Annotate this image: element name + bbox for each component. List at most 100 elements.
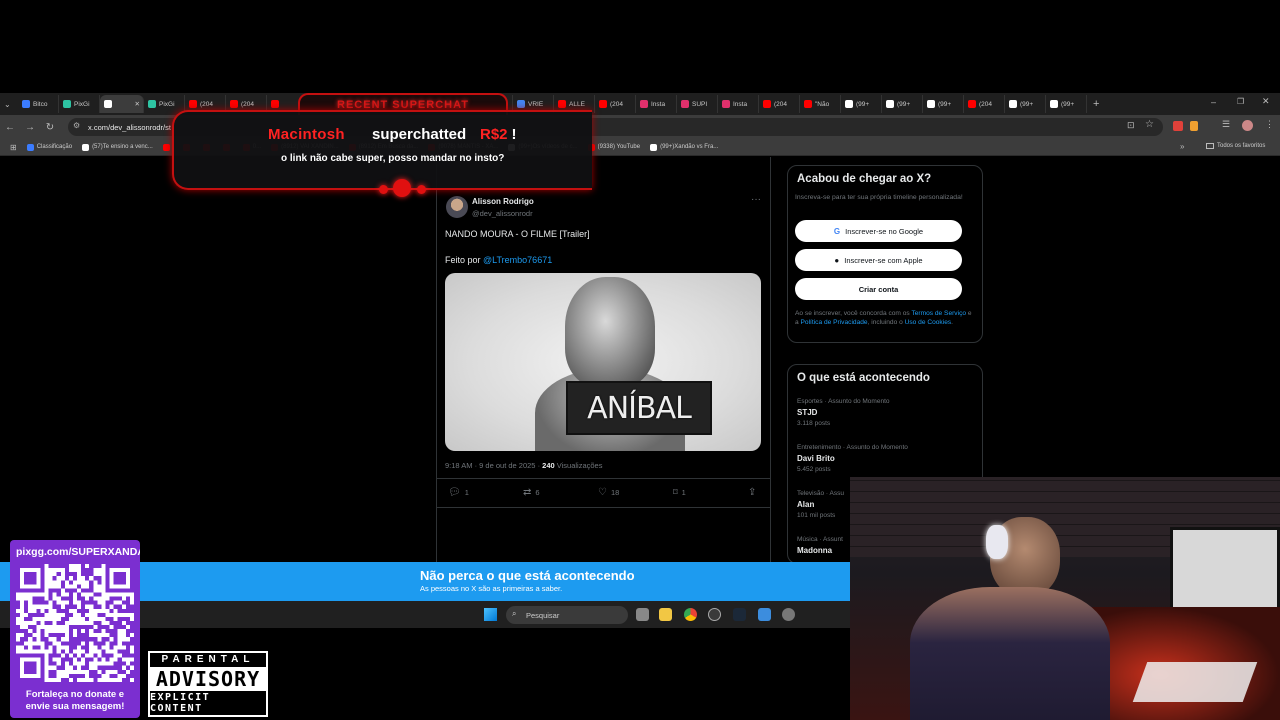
task-view-icon[interactable] [636,608,649,621]
browser-tab[interactable]: Bitco [18,95,59,113]
bookmark-favicon-icon [26,143,34,151]
bookmarks-overflow-icon[interactable]: » [1180,142,1184,151]
browser-tab[interactable]: Insta [718,95,759,113]
trend-item[interactable]: Música · Assunt Madonna [797,536,843,558]
bookmark-item[interactable]: (57)Te ensino a venc... [82,143,153,151]
bookmark-star-icon[interactable]: ☆ [1145,119,1154,130]
install-app-icon[interactable]: ⊡ [1127,120,1135,131]
create-account-button[interactable]: Criar conta [795,278,962,300]
bookmark-favicon-icon [650,143,658,151]
avatar[interactable] [446,196,468,218]
settings-gear-icon[interactable] [782,608,795,621]
indicator-dot [417,185,426,194]
browser-tab[interactable]: (204 [964,95,1005,113]
google-signup-button[interactable]: G Inscrever-se no Google [795,220,962,242]
forward-icon[interactable]: → [20,122,40,133]
indicator-dot [379,185,388,194]
terms-link[interactable]: Termos de Serviço [911,310,966,317]
app-icon[interactable] [758,608,771,621]
apple-signup-button[interactable]: ● Inscrever-se com Apple [795,249,962,271]
obs-icon[interactable] [708,608,721,621]
tweet-credit: Feito por @LTrembo76671 [445,255,552,265]
all-favorites-label: Todos os favoritos [1217,143,1266,149]
window-close-icon[interactable]: ✕ [1262,96,1270,107]
create-account-label: Criar conta [858,284,899,294]
window-restore-icon[interactable]: ❐ [1237,97,1244,106]
kebab-menu-icon[interactable]: ⋮ [1265,119,1274,130]
browser-tab[interactable]: (99+ [1005,95,1046,113]
like-button[interactable]: ♡ 18 [598,487,619,498]
trend-item[interactable]: Televisão · Assu Alan 101 mil posts [797,490,844,522]
tab-favicon-icon [230,100,238,108]
tweet-timestamp[interactable]: 9:18 AM · 9 de out de 2025 · [445,461,542,470]
profile-avatar[interactable] [1242,120,1253,131]
taskbar-search-input[interactable]: ⌕ Pesquisar [506,606,628,624]
window-minimize-icon[interactable]: – [1211,97,1216,107]
browser-tab[interactable]: PixGi [59,95,100,113]
windows-start-icon[interactable] [484,608,497,621]
trends-title: O que está acontecendo [797,372,930,384]
tab-label: (204 [774,100,788,108]
tab-label: PixGi [74,100,90,108]
bookmark-item[interactable]: Classificação [26,143,72,151]
cookies-link[interactable]: Uso de Cookies [905,319,952,326]
close-tab-icon[interactable]: ✕ [135,100,140,108]
tab-favicon-icon [640,100,648,108]
file-explorer-icon[interactable] [659,608,672,621]
browser-tab[interactable]: SUPI [677,95,718,113]
media-caption-text: ANÍBAL [587,390,692,426]
browser-tab[interactable]: (99+ [1046,95,1087,113]
browser-tab[interactable]: "Não [800,95,841,113]
repost-button[interactable]: ⇄ 6 [523,487,540,498]
tweet-author-handle[interactable]: @dev_alissonrodr [472,209,533,218]
trend-item[interactable]: Entretenimento · Assunto do Momento Davi … [797,444,908,476]
browser-tab[interactable]: ✕ [100,95,144,113]
signup-title: Acabou de chegar ao X? [797,173,932,185]
reload-icon[interactable]: ↻ [40,122,60,133]
all-favorites-folder[interactable]: Todos os favoritos [1206,143,1265,149]
browser-tab[interactable]: (204 [595,95,636,113]
bookmark-button[interactable]: ⌑ 1 [673,487,686,498]
tweet-media-image[interactable]: ANÍBAL [445,273,761,451]
apps-grid-icon[interactable]: ⊞ [10,143,17,152]
more-options-icon[interactable]: ··· [751,194,761,205]
new-tab-button[interactable]: + [1093,98,1099,110]
chrome-icon[interactable] [684,608,697,621]
tab-label: (99+ [938,100,952,108]
tweet-author-name[interactable]: Alisson Rodrigo [472,197,534,206]
extension-orange-icon[interactable] [1190,121,1198,131]
reply-button[interactable]: 💬︎ 1 [448,487,469,498]
bookmark-item[interactable]: (9338) YouTube [587,143,640,151]
browser-tab[interactable]: PixGi [144,95,185,113]
steam-icon[interactable] [733,608,746,621]
tab-search-chevron-icon[interactable]: ⌄ [4,100,18,109]
bookmark-count: 1 [681,488,686,497]
browser-tab[interactable]: Insta [636,95,677,113]
repost-icon: ⇄ [523,487,532,498]
tab-label: (99+ [897,100,911,108]
trend-item[interactable]: Esportes · Assunto do Momento STJD 3.118 p… [797,398,890,430]
tab-label: SUPI [692,100,708,108]
share-button[interactable]: ⇪ [748,487,756,498]
extension-red-icon[interactable] [1173,121,1183,131]
menu-list-icon[interactable]: ☰ [1222,119,1230,130]
search-icon: ⌕ [512,609,517,618]
browser-tab[interactable]: (99+ [923,95,964,113]
site-info-icon[interactable]: ⚙ [73,121,80,130]
bookmark-favicon-icon [162,143,170,151]
reply-icon: 💬︎ [448,487,461,498]
browser-tab[interactable]: (99+ [882,95,923,113]
browser-tab[interactable]: (204 [759,95,800,113]
tab-label: (204 [979,100,993,108]
folder-icon [1206,143,1214,149]
donate-qr-code [16,564,134,682]
credited-user-link[interactable]: @LTrembo76671 [483,255,552,265]
tab-label: (99+ [1020,100,1034,108]
streamer-body [910,587,1110,720]
tab-favicon-icon [148,100,156,108]
bookmark-item[interactable]: (99+)Xandão vs Fra... [650,143,718,151]
back-icon[interactable]: ← [0,122,20,133]
bookmark-icon: ⌑ [673,487,678,497]
browser-tab[interactable]: (99+ [841,95,882,113]
privacy-link[interactable]: Política de Privacidade [801,319,868,326]
